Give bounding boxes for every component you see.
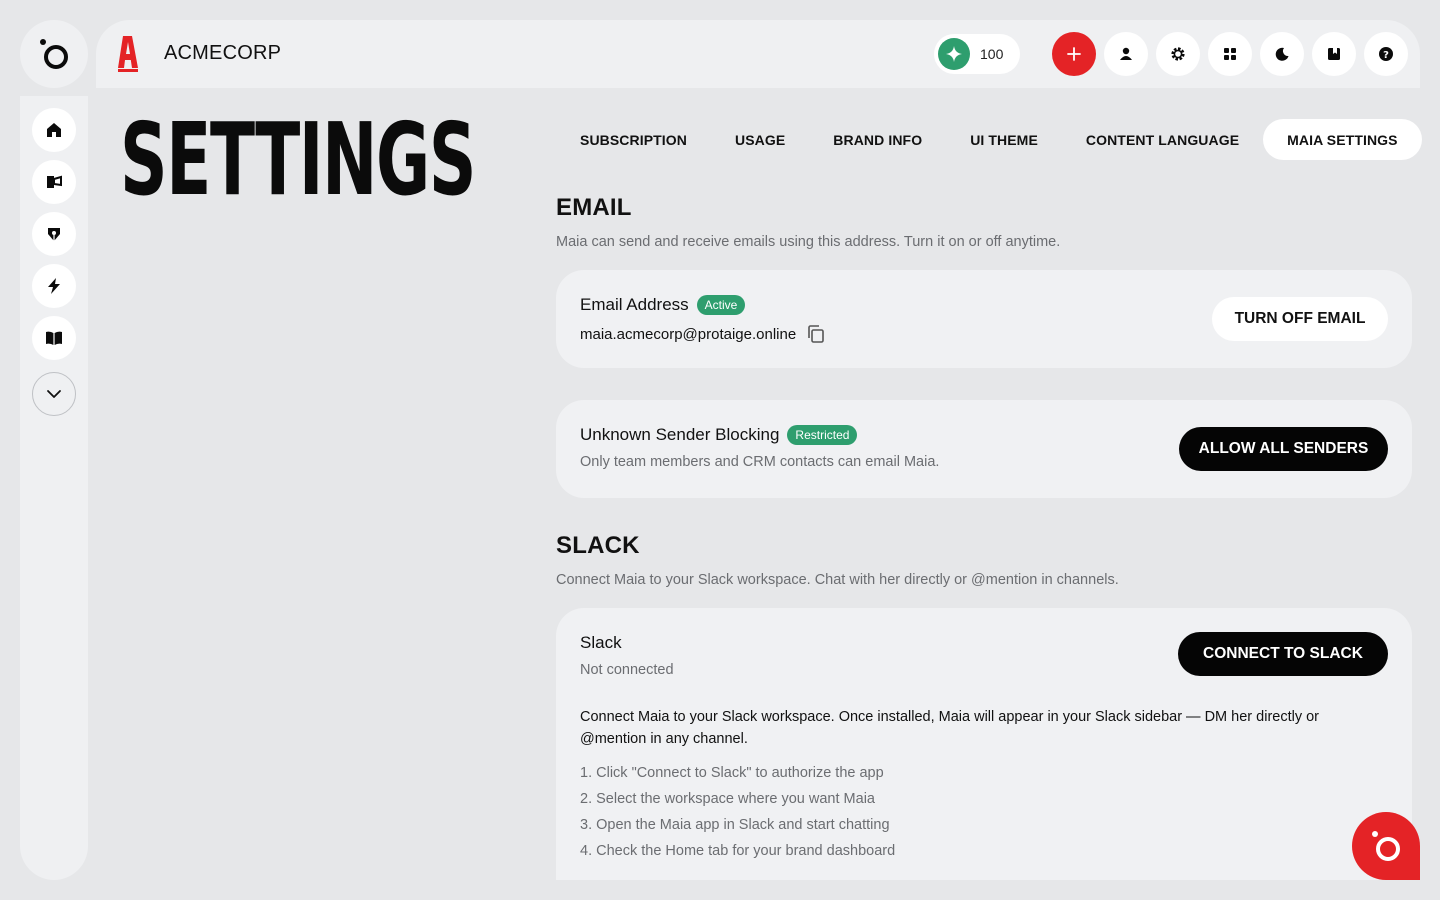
sidebar-item-content[interactable]	[32, 212, 76, 256]
app-logo-icon	[40, 39, 68, 69]
settings-tabs: SUBSCRIPTION USAGE BRAND INFO UI THEME C…	[556, 119, 1422, 160]
slack-section-description: Connect Maia to your Slack workspace. Ch…	[556, 572, 1119, 588]
gear-icon	[1171, 47, 1185, 61]
lightning-icon	[48, 278, 60, 294]
theme-toggle-button[interactable]	[1260, 32, 1304, 76]
sender-blocking-label: Unknown Sender Blocking	[580, 425, 780, 444]
slack-steps-list: 1. Click "Connect to Slack" to authorize…	[580, 762, 895, 866]
slack-label: Slack	[580, 633, 622, 652]
list-item: 3. Open the Maia app in Slack and start …	[580, 817, 890, 833]
email-address-value: maia.acmecorp@protaige.online	[580, 325, 797, 343]
credits-count: 100	[980, 46, 1004, 62]
profile-button[interactable]	[1104, 32, 1148, 76]
connect-to-slack-button[interactable]: CONNECT TO SLACK	[1178, 632, 1388, 676]
sidebar	[20, 96, 88, 880]
email-address-label: Email Address	[580, 295, 689, 314]
svg-text:?: ?	[1383, 50, 1389, 61]
email-address-row: maia.acmecorp@protaige.online	[580, 324, 826, 344]
user-icon	[1120, 47, 1132, 60]
chevron-down-icon	[47, 390, 61, 398]
slack-section-title: SLACK	[556, 532, 640, 559]
sidebar-item-automations[interactable]	[32, 264, 76, 308]
page-title: SETTINGS	[120, 101, 476, 218]
status-badge: Restricted	[787, 425, 858, 445]
brand-logo-icon	[118, 36, 138, 72]
email-address-card: Email Address Active maia.acmecorp@prota…	[556, 270, 1412, 368]
moon-icon	[1275, 47, 1289, 61]
sender-blocking-description: Only team members and CRM contacts can e…	[580, 454, 940, 470]
tab-ui-theme[interactable]: UI THEME	[946, 119, 1062, 160]
sparkle-icon	[938, 38, 970, 70]
app-logo-icon	[1372, 831, 1400, 861]
docs-button[interactable]	[1312, 32, 1356, 76]
status-badge: Active	[696, 295, 746, 315]
app-logo[interactable]	[20, 20, 88, 88]
tab-subscription[interactable]: SUBSCRIPTION	[556, 119, 711, 160]
top-bar: ACMECORP 100 ?	[96, 20, 1420, 88]
tab-brand-info[interactable]: BRAND INFO	[809, 119, 946, 160]
list-item: 4. Check the Home tab for your brand das…	[580, 843, 896, 859]
sidebar-expand-button[interactable]	[32, 372, 76, 416]
book-icon	[46, 331, 62, 345]
tab-content-language[interactable]: CONTENT LANGUAGE	[1062, 119, 1263, 160]
grid-icon	[1224, 48, 1236, 60]
sender-blocking-card: Unknown Sender Blocking Restricted Only …	[556, 400, 1412, 498]
help-icon: ?	[1379, 47, 1393, 61]
sidebar-item-home[interactable]	[32, 108, 76, 152]
tab-usage[interactable]: USAGE	[711, 119, 809, 160]
apps-button[interactable]	[1208, 32, 1252, 76]
list-item: 2. Select the workspace where you want M…	[580, 791, 875, 807]
sidebar-item-campaigns[interactable]	[32, 160, 76, 204]
email-section-title: EMAIL	[556, 194, 632, 221]
book-bookmark-icon	[1328, 48, 1340, 60]
copy-icon	[808, 325, 824, 343]
brand-name: ACMECORP	[164, 42, 282, 64]
create-button[interactable]	[1052, 32, 1096, 76]
slack-status: Not connected	[580, 662, 674, 678]
assistant-chat-button[interactable]	[1352, 812, 1420, 880]
pen-nib-icon	[48, 228, 60, 241]
tab-maia-settings[interactable]: MAIA SETTINGS	[1263, 119, 1422, 160]
slack-card: Slack Not connected CONNECT TO SLACK Con…	[556, 608, 1412, 880]
credits-badge[interactable]: 100	[934, 34, 1020, 74]
copy-button[interactable]	[806, 324, 826, 344]
sender-blocking-heading: Unknown Sender Blocking Restricted	[580, 425, 858, 445]
help-button[interactable]: ?	[1364, 32, 1408, 76]
list-item: 1. Click "Connect to Slack" to authorize…	[580, 765, 884, 781]
turn-off-email-button[interactable]: TURN OFF EMAIL	[1212, 297, 1388, 341]
header-actions: ?	[1052, 32, 1408, 76]
plus-icon	[1067, 47, 1081, 61]
home-icon	[47, 123, 61, 137]
email-address-heading: Email Address Active	[580, 295, 746, 315]
email-section-description: Maia can send and receive emails using t…	[556, 234, 1061, 250]
settings-button[interactable]	[1156, 32, 1200, 76]
slack-intro-text: Connect Maia to your Slack workspace. On…	[580, 709, 1320, 747]
megaphone-icon	[47, 175, 62, 188]
sidebar-item-library[interactable]	[32, 316, 76, 360]
allow-all-senders-button[interactable]: ALLOW ALL SENDERS	[1179, 427, 1388, 471]
